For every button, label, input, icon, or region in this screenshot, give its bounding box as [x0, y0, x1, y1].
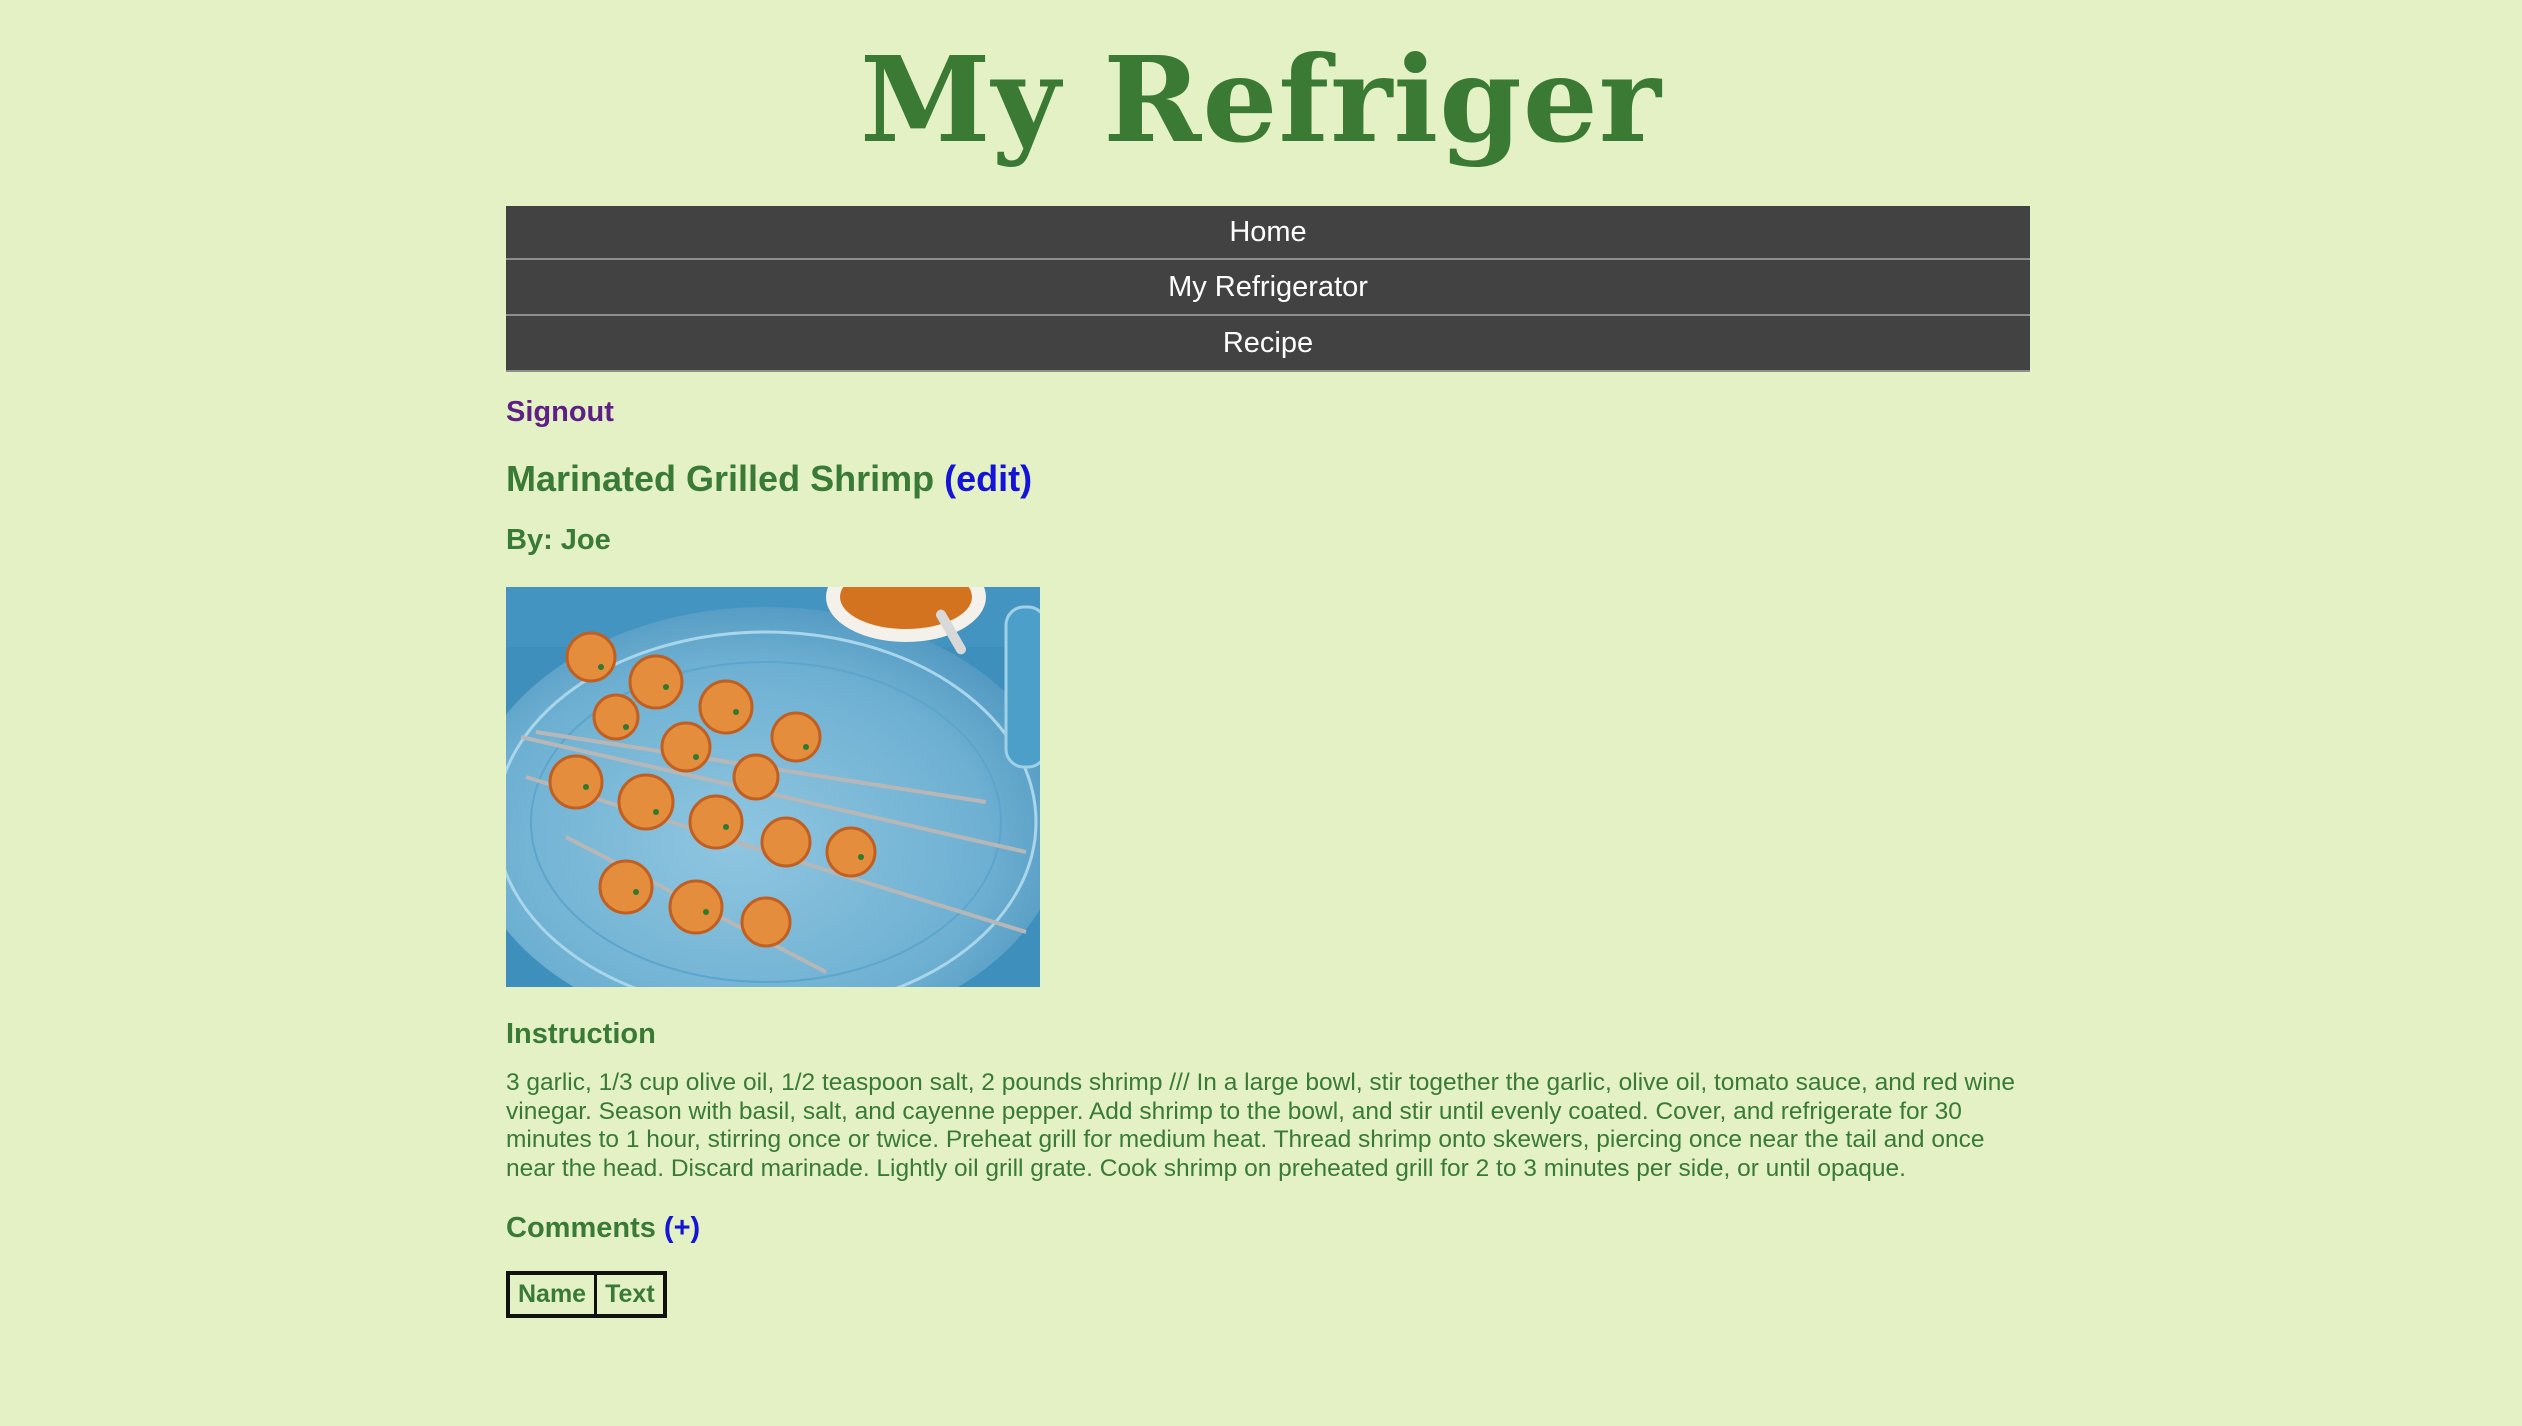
instruction-heading: Instruction: [506, 1018, 656, 1050]
recipe-photo: [506, 587, 1040, 987]
comments-column-name: Name: [506, 1271, 598, 1318]
signout-link[interactable]: Signout: [506, 396, 614, 429]
recipe-title: Marinated Grilled Shrimp: [506, 458, 935, 499]
comments-header-row: Name Text: [506, 1271, 667, 1318]
add-comment-link[interactable]: (+): [664, 1212, 700, 1244]
main-nav: Home My Refrigerator Recipe: [506, 206, 2030, 372]
recipe-author: By: Joe: [506, 524, 611, 556]
comments-table: Name Text: [506, 1271, 667, 1318]
comments-column-text: Text: [594, 1271, 667, 1318]
comments-heading: Comments (+): [506, 1211, 2030, 1245]
recipe-title-heading: Marinated Grilled Shrimp (edit): [506, 457, 2030, 501]
comments-heading-label: Comments: [506, 1212, 656, 1244]
main-content: Home My Refrigerator Recipe Signout Mari…: [506, 206, 2030, 1318]
site-title: My Refriger: [860, 30, 1662, 169]
recipe-instructions: 3 garlic, 1/3 cup olive oil, 1/2 teaspoo…: [506, 1069, 2015, 1182]
edit-recipe-link[interactable]: (edit): [944, 458, 1032, 499]
nav-item-recipe[interactable]: Recipe: [506, 316, 2030, 372]
nav-item-home[interactable]: Home: [506, 206, 2030, 260]
nav-item-my-refrigerator[interactable]: My Refrigerator: [506, 260, 2030, 316]
